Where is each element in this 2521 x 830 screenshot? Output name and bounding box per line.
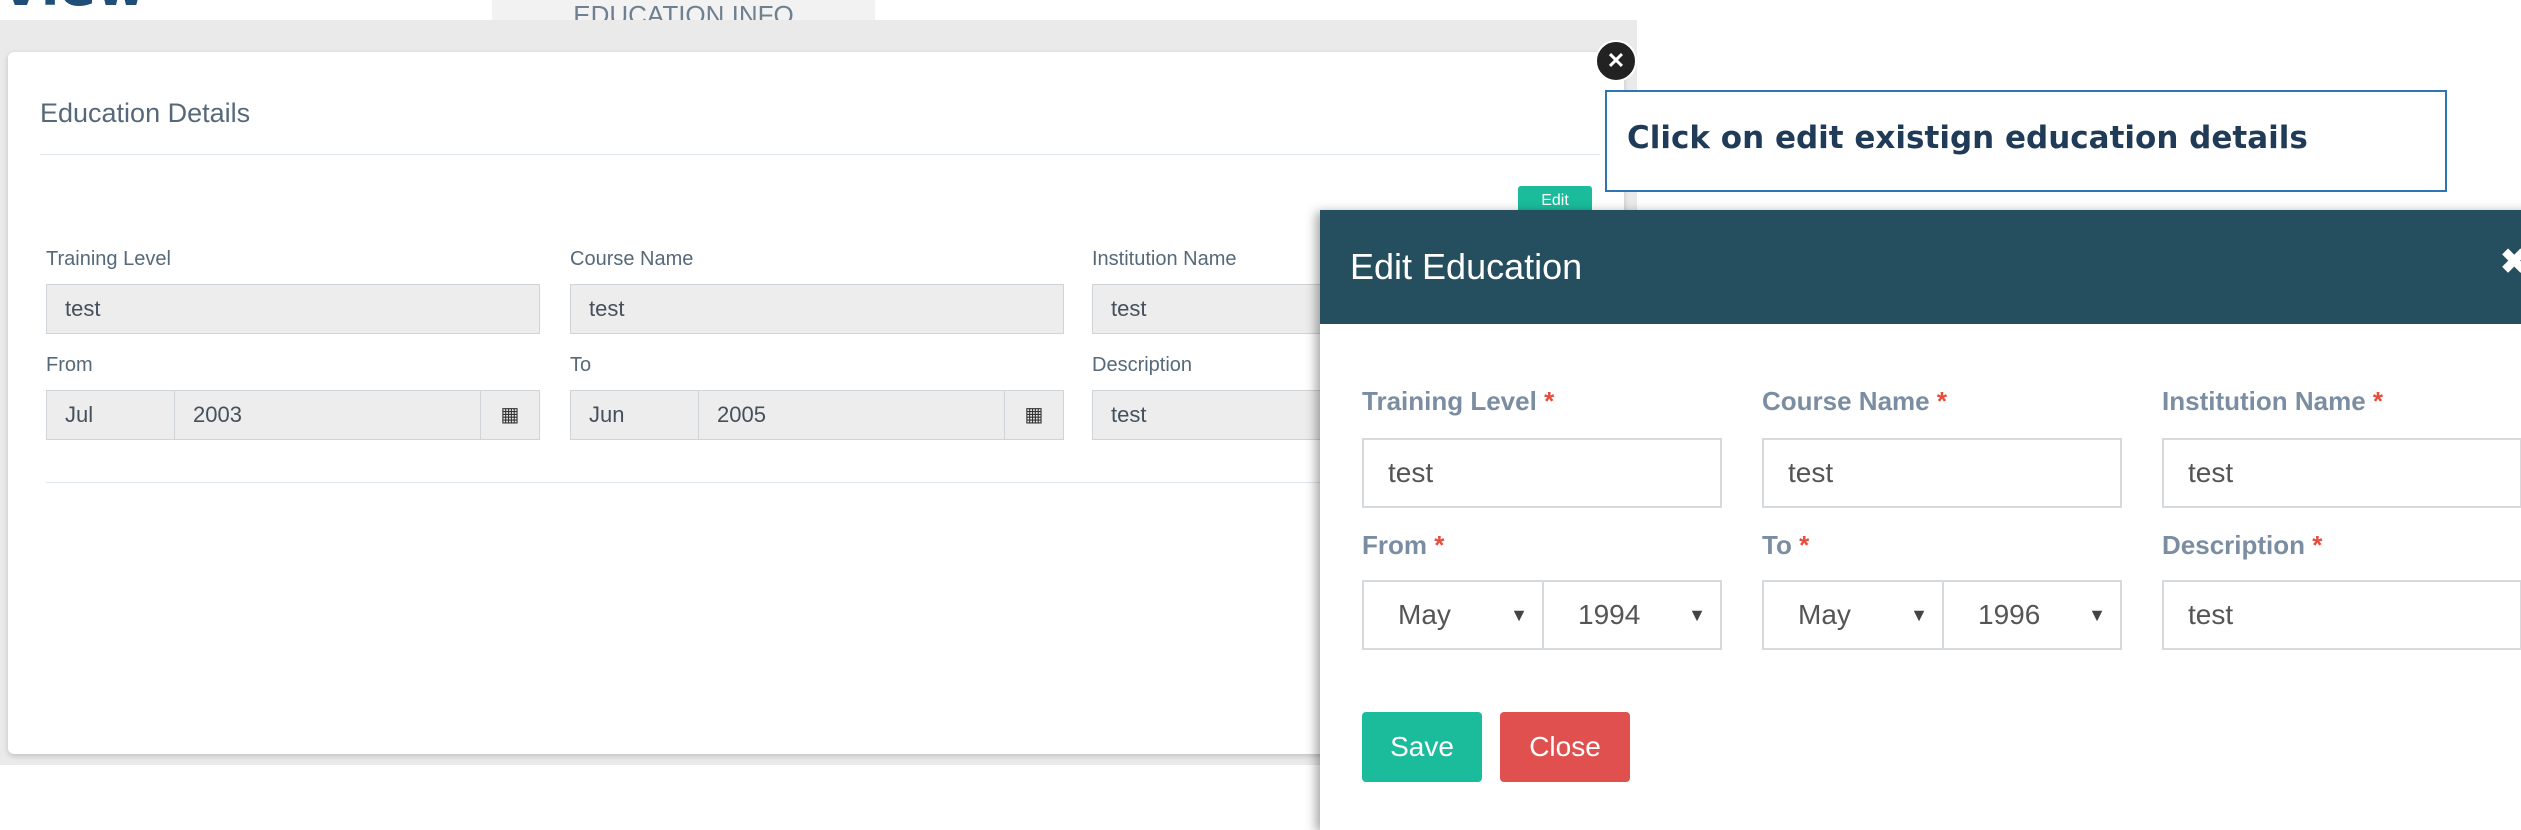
close-button[interactable]: Close: [1500, 712, 1630, 782]
training-level-label: Training Level: [46, 248, 171, 270]
training-level-field: test: [46, 284, 540, 334]
from-year-select[interactable]: 1994 ▼: [1542, 580, 1722, 650]
page-heading: View: [0, 0, 146, 14]
from-label: From: [46, 354, 93, 376]
dropdown-arrow-icon: ▼: [1510, 605, 1528, 625]
required-marker: *: [2372, 386, 2384, 416]
close-circle-icon[interactable]: ✕: [1595, 40, 1637, 82]
modal-title: Edit Education: [1350, 246, 1583, 287]
to-month-select[interactable]: May ▼: [1762, 580, 1944, 650]
training-level-label: Training Level *: [1362, 386, 1555, 416]
dropdown-arrow-icon: ▼: [2088, 605, 2106, 625]
required-marker: *: [1936, 386, 1947, 416]
course-name-input[interactable]: test: [1762, 438, 2122, 508]
divider: [40, 154, 1600, 155]
institution-name-input[interactable]: test: [2162, 438, 2521, 508]
dropdown-arrow-icon: ▼: [1910, 605, 1928, 625]
modal-header: Edit Education ✖: [1320, 210, 2521, 324]
calendar-icon[interactable]: ▦: [481, 391, 539, 439]
institution-name-label: Institution Name: [1092, 248, 1237, 270]
instruction-callout: Click on edit existign education details: [1605, 90, 2447, 192]
institution-name-label: Institution Name *: [2162, 386, 2384, 416]
to-year: 2005: [699, 391, 1005, 439]
required-marker: *: [2312, 530, 2323, 560]
edit-education-modal: Edit Education ✖ Training Level * test C…: [1320, 210, 2521, 830]
required-marker: *: [1434, 530, 1445, 560]
to-date-field: Jun 2005 ▦: [570, 390, 1064, 440]
course-name-label: Course Name: [570, 248, 694, 270]
course-name-label: Course Name *: [1762, 386, 1947, 416]
course-name-field: test: [570, 284, 1064, 334]
from-label: From *: [1362, 530, 1445, 560]
required-marker: *: [1544, 386, 1555, 416]
calendar-icon[interactable]: ▦: [1005, 391, 1063, 439]
save-button[interactable]: Save: [1362, 712, 1482, 782]
to-month: Jun: [571, 391, 699, 439]
to-label: To *: [1762, 530, 1810, 560]
from-month: Jul: [47, 391, 175, 439]
to-year-select[interactable]: 1996 ▼: [1942, 580, 2122, 650]
description-label: Description: [1092, 354, 1193, 376]
description-input[interactable]: test: [2162, 580, 2521, 650]
required-marker: *: [1799, 530, 1810, 560]
training-level-input[interactable]: test: [1362, 438, 1722, 508]
panel-title: Education Details: [40, 98, 251, 128]
from-month-select[interactable]: May ▼: [1362, 580, 1544, 650]
from-year: 2003: [175, 391, 481, 439]
description-label: Description *: [2162, 530, 2323, 560]
modal-close-icon[interactable]: ✖: [2500, 242, 2521, 282]
to-label: To: [570, 354, 592, 376]
dropdown-arrow-icon: ▼: [1688, 605, 1706, 625]
from-date-field: Jul 2003 ▦: [46, 390, 540, 440]
